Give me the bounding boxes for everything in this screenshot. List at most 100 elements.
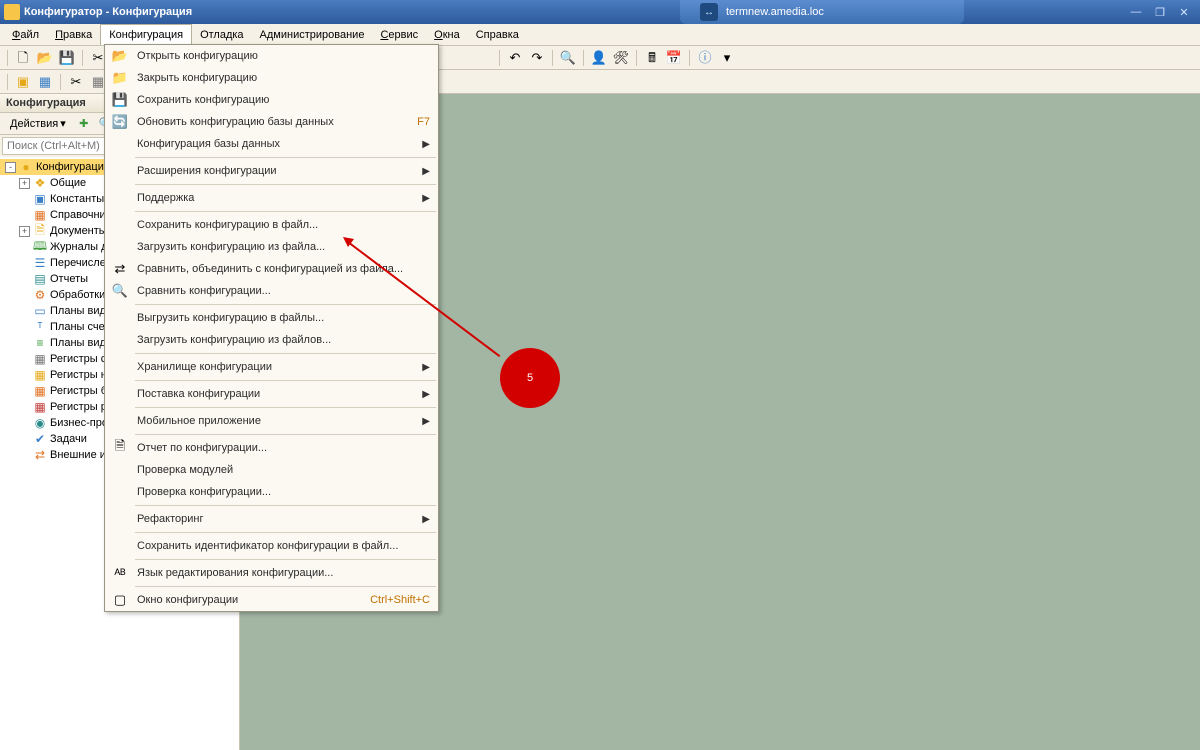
close-button[interactable]: ✕ [1174, 4, 1194, 20]
menu-item[interactable]: Расширения конфигурации▶ [105, 160, 438, 182]
search-button[interactable]: 🔍 [558, 48, 578, 68]
menu-item[interactable]: Сохранить конфигурацию в файл... [105, 214, 438, 236]
menu-item[interactable]: ᴬᴮЯзык редактирования конфигурации... [105, 562, 438, 584]
user-button[interactable]: 👤 [589, 48, 609, 68]
config-menu-dropdown: 📂Открыть конфигурацию📁Закрыть конфигурац… [104, 44, 439, 612]
menu-item-label: Выгрузить конфигурацию в файлы... [131, 312, 430, 324]
menu-item-label: Проверка конфигурации... [131, 486, 430, 498]
tree-expander [19, 194, 30, 205]
menu-item-icon: ⇄ [112, 261, 128, 277]
menu-item-shortcut: Ctrl+Shift+C [370, 594, 430, 606]
open-button[interactable]: 📂 [35, 48, 55, 68]
menu-item-shortcut: F7 [417, 116, 430, 128]
help-button[interactable]: ⓘ [695, 48, 715, 68]
menu-item[interactable]: ▢Окно конфигурацииCtrl+Shift+C [105, 589, 438, 611]
tree-node-icon: ⚙ [33, 288, 47, 302]
tb2-btn-1[interactable]: ▣ [13, 72, 33, 92]
menu-справка[interactable]: Справка [468, 24, 527, 45]
remote-session-tab[interactable]: termnew.amedia.loc [680, 0, 964, 24]
menu-separator [135, 353, 436, 354]
menu-item[interactable]: Выгрузить конфигурацию в файлы... [105, 307, 438, 329]
menu-item-icon: 💾 [112, 92, 128, 108]
menu-item-label: Язык редактирования конфигурации... [131, 567, 430, 579]
menu-item[interactable]: Рефакторинг▶ [105, 508, 438, 530]
menu-item[interactable]: 📂Открыть конфигурацию [105, 45, 438, 67]
redo-button[interactable]: ↷ [527, 48, 547, 68]
menu-item[interactable]: 💾Сохранить конфигурацию [105, 89, 438, 111]
menu-item-label: Поставка конфигурации [131, 388, 422, 400]
menu-item[interactable]: 📁Закрыть конфигурацию [105, 67, 438, 89]
chevron-down-icon: ▾ [60, 117, 66, 130]
tree-expander [19, 210, 30, 221]
tree-expander [19, 434, 30, 445]
tree-node-icon: ◉ [33, 416, 47, 430]
undo-button[interactable]: ↶ [505, 48, 525, 68]
menu-конфигурация[interactable]: Конфигурация [100, 24, 192, 45]
menu-item[interactable]: Мобильное приложение▶ [105, 410, 438, 432]
menubar: ФайлПравкаКонфигурацияОтладкаАдминистрир… [0, 24, 1200, 46]
menu-item[interactable]: ⇄Сравнить, объединить с конфигурацией из… [105, 258, 438, 280]
tools-button[interactable]: 🛠 [611, 48, 631, 68]
tree-expander[interactable]: - [5, 162, 16, 173]
menu-item-icon: ᴬᴮ [112, 565, 128, 581]
menu-item-icon: 📁 [112, 70, 128, 86]
menu-item[interactable]: 🔍Сравнить конфигурации... [105, 280, 438, 302]
menu-item-label: Расширения конфигурации [131, 165, 422, 177]
calendar-button[interactable]: 📅 [664, 48, 684, 68]
tree-expander [19, 274, 30, 285]
menu-item[interactable]: Хранилище конфигурации▶ [105, 356, 438, 378]
tb2-btn-2[interactable]: ▦ [35, 72, 55, 92]
calc-button[interactable]: 🖩 [642, 48, 662, 68]
menu-item-label: Конфигурация базы данных [131, 138, 422, 150]
menu-separator [135, 434, 436, 435]
actions-button[interactable]: Действия ▾ [4, 115, 72, 132]
menu-item[interactable]: 🗎Отчет по конфигурации... [105, 437, 438, 459]
tree-node-label: Отчеты [50, 273, 88, 285]
tree-node-label: Константы [50, 193, 104, 205]
menu-item-label: Загрузить конфигурацию из файла... [131, 241, 430, 253]
menu-item[interactable]: Проверка конфигурации... [105, 481, 438, 503]
add-button[interactable]: ✚ [74, 114, 94, 134]
menu-файл[interactable]: Файл [4, 24, 47, 45]
menu-окна[interactable]: Окна [426, 24, 468, 45]
tree-expander [19, 242, 30, 253]
save-button[interactable]: 💾 [57, 48, 77, 68]
menu-separator [135, 184, 436, 185]
tree-node-icon: 🕮 [33, 240, 47, 254]
dropdown-toggle[interactable]: ▾ [717, 48, 737, 68]
menu-item-icon: 📂 [112, 48, 128, 64]
annotation-badge: 5 [500, 348, 560, 408]
menu-item-label: Закрыть конфигурацию [131, 72, 430, 84]
menu-item[interactable]: 🔄Обновить конфигурацию базы данныхF7 [105, 111, 438, 133]
pin-icon[interactable] [700, 3, 718, 21]
menu-item-icon: ▢ [112, 592, 128, 608]
tree-node-label: Обработки [50, 289, 105, 301]
menu-separator [135, 380, 436, 381]
tree-expander [19, 290, 30, 301]
minimize-button[interactable]: — [1126, 4, 1146, 20]
tree-expander [19, 322, 30, 333]
menu-item[interactable]: Загрузить конфигурацию из файла... [105, 236, 438, 258]
tree-expander[interactable]: + [19, 178, 30, 189]
menu-item[interactable]: Сохранить идентификатор конфигурации в ф… [105, 535, 438, 557]
menu-separator [135, 505, 436, 506]
menu-item[interactable]: Проверка модулей [105, 459, 438, 481]
menu-item[interactable]: Поставка конфигурации▶ [105, 383, 438, 405]
menu-item-icon: 🗎 [112, 440, 128, 456]
menu-item-label: Открыть конфигурацию [131, 50, 430, 62]
menu-правка[interactable]: Правка [47, 24, 100, 45]
tree-expander[interactable]: + [19, 226, 30, 237]
tree-expander [19, 306, 30, 317]
tree-node-icon: ▦ [33, 352, 47, 366]
tree-expander [19, 354, 30, 365]
submenu-arrow-icon: ▶ [422, 193, 430, 204]
menu-item[interactable]: Загрузить конфигурацию из файлов... [105, 329, 438, 351]
menu-item[interactable]: Конфигурация базы данных▶ [105, 133, 438, 155]
menu-item[interactable]: Поддержка▶ [105, 187, 438, 209]
maximize-button[interactable]: ❐ [1150, 4, 1170, 20]
menu-сервис[interactable]: Сервис [372, 24, 426, 45]
menu-администрирование[interactable]: Администрирование [252, 24, 373, 45]
tb2-btn-3[interactable]: ✂ [66, 72, 86, 92]
menu-отладка[interactable]: Отладка [192, 24, 251, 45]
new-button[interactable]: 🗋 [13, 48, 33, 68]
